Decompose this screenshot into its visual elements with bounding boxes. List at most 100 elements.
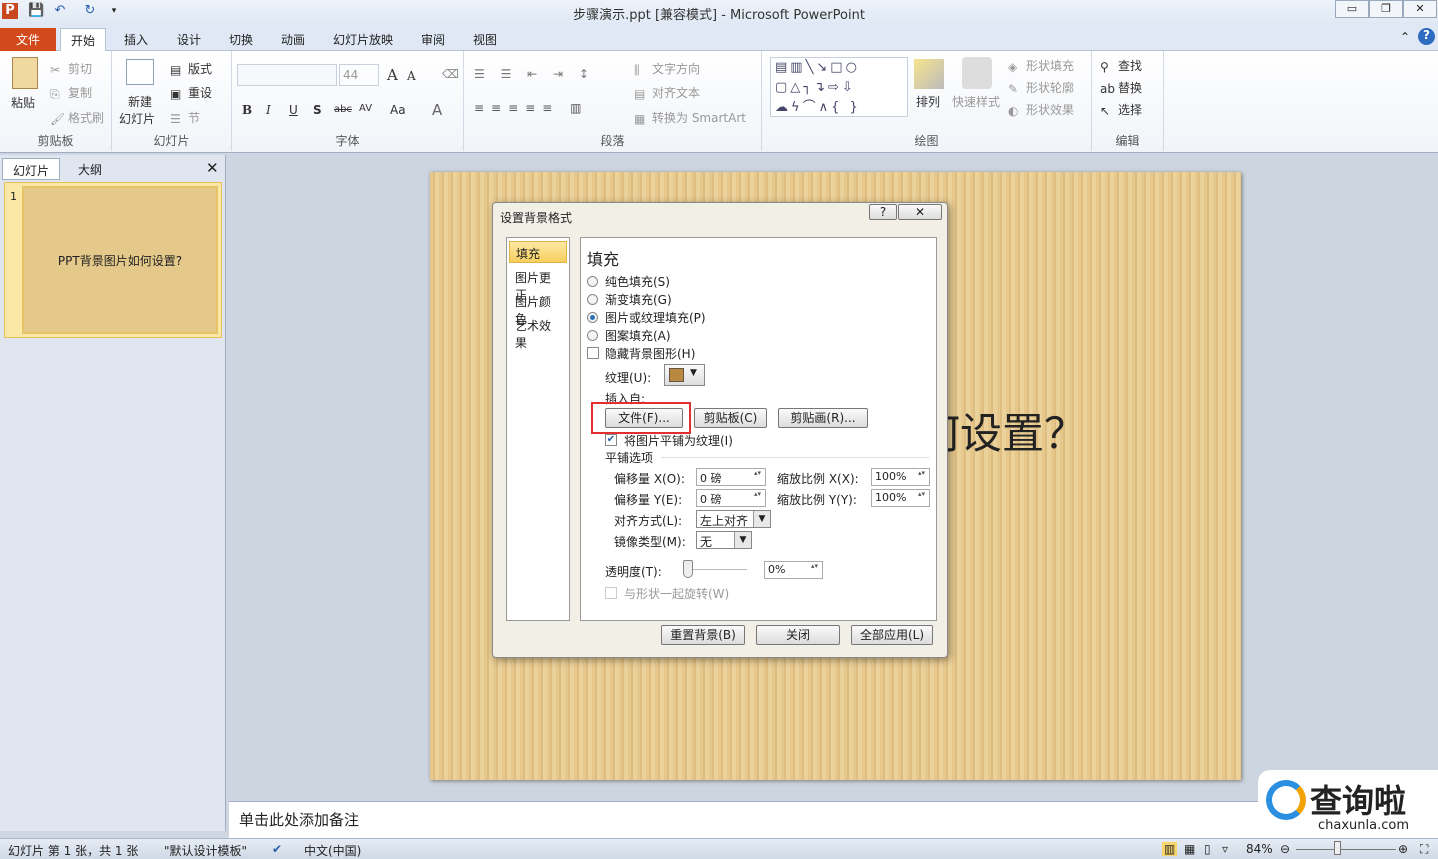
tab-file[interactable]: 文件 <box>0 28 56 51</box>
close-pane-icon[interactable]: ✕ <box>206 159 219 177</box>
close-button[interactable]: 关闭 <box>756 625 840 645</box>
transparency-slider-thumb[interactable] <box>683 560 693 578</box>
shape-effects-button[interactable]: ◐ 形状效果 <box>1008 101 1074 118</box>
minimize-ribbon-icon[interactable]: ⌃ <box>1400 30 1410 44</box>
tab-home[interactable]: 开始 <box>60 28 107 51</box>
help-icon[interactable]: ? <box>1418 28 1435 45</box>
zoom-in-icon[interactable]: ⊕ <box>1398 842 1408 856</box>
clipboard-button[interactable]: 剪贴板(C) <box>694 408 767 428</box>
paste-button[interactable]: 粘贴 <box>11 94 35 111</box>
language[interactable]: 中文(中国) <box>304 842 361 859</box>
rotate-checkbox[interactable] <box>605 587 617 599</box>
tab-animations[interactable]: 动画 <box>271 28 315 51</box>
tab-insert[interactable]: 插入 <box>114 28 158 51</box>
zoom-slider-thumb[interactable] <box>1334 841 1341 855</box>
shadow-button[interactable]: S <box>313 103 322 117</box>
quick-styles-button[interactable]: 快速样式 <box>952 93 1000 110</box>
reset-button[interactable]: ▣ 重设 <box>170 84 212 101</box>
tab-view[interactable]: 视图 <box>463 28 507 51</box>
underline-button[interactable]: U <box>289 103 298 117</box>
zoom-slider-track[interactable] <box>1296 849 1396 850</box>
picture-fill-label[interactable]: 图片或纹理填充(P) <box>605 309 706 326</box>
apply-all-button[interactable]: 全部应用(L) <box>851 625 933 645</box>
tab-review[interactable]: 审阅 <box>411 28 455 51</box>
align-text-button[interactable]: ▤ 对齐文本 <box>634 84 700 101</box>
find-button[interactable]: ⚲ 查找 <box>1100 57 1142 74</box>
picture-fill-radio[interactable] <box>587 312 598 323</box>
scale-x-input[interactable]: 100% <box>871 468 930 486</box>
tab-design[interactable]: 设计 <box>167 28 211 51</box>
pattern-fill-label[interactable]: 图案填充(A) <box>605 327 671 344</box>
font-size-input[interactable]: 44 <box>339 64 379 86</box>
dialog-help-button[interactable]: ? <box>869 204 897 220</box>
strikethrough-button[interactable]: abc <box>334 104 352 115</box>
spellcheck-icon[interactable]: ✔ <box>272 842 282 856</box>
shape-fill-button[interactable]: ◈ 形状填充 <box>1008 57 1074 74</box>
gradient-fill-label[interactable]: 渐变填充(G) <box>605 291 672 308</box>
tab-slideshow[interactable]: 幻灯片放映 <box>323 28 403 51</box>
new-slide-label[interactable]: 新建 <box>128 93 152 110</box>
text-direction-button[interactable]: ⫼ 文字方向 <box>634 60 700 77</box>
shapes-gallery[interactable]: ▤▥╲↘□○ ▢△┐↴⇨⇩ ☁ϟ⌒∧{ } <box>770 57 908 117</box>
smartart-button[interactable]: ▦ 转换为 SmartArt <box>634 109 746 126</box>
clipart-button[interactable]: 剪贴画(R)... <box>778 408 868 428</box>
slide-sorter-icon[interactable]: ▦ <box>1184 842 1195 856</box>
tab-outline[interactable]: 大纲 <box>68 158 112 180</box>
zoom-level[interactable]: 84% <box>1246 842 1273 856</box>
align-buttons[interactable]: ≡≡≡≡≡ ▥ <box>474 101 588 115</box>
normal-view-icon[interactable]: ▥ <box>1162 842 1178 856</box>
nav-fill[interactable]: 填充 <box>509 241 567 263</box>
fit-to-window-icon[interactable]: ⛶ <box>1420 842 1428 857</box>
minimize-button[interactable]: ▭ <box>1335 0 1369 18</box>
transparency-slider-track[interactable] <box>685 569 747 570</box>
font-color-button[interactable]: A <box>432 101 442 119</box>
format-painter-button[interactable]: 🖌 格式刷 <box>50 109 104 126</box>
clear-format-icon[interactable]: ⌫ <box>442 67 459 81</box>
nav-picture-color[interactable]: 图片颜色 <box>509 290 567 326</box>
italic-button[interactable]: I <box>266 103 271 117</box>
theme-name[interactable]: "默认设计模板" <box>164 842 247 859</box>
gradient-fill-radio[interactable] <box>587 294 598 305</box>
texture-dropdown[interactable]: ▼ <box>664 364 705 386</box>
offset-x-input[interactable]: 0 磅 <box>696 468 766 486</box>
grow-font-button[interactable]: A <box>387 66 398 84</box>
copy-button[interactable]: ⎘ 复制 <box>50 84 92 101</box>
tile-label[interactable]: 将图片平铺为纹理(I) <box>624 432 733 449</box>
change-case-button[interactable]: Aa <box>390 103 406 117</box>
zoom-out-icon[interactable]: ⊖ <box>1280 842 1290 856</box>
scale-y-input[interactable]: 100% <box>871 489 930 507</box>
replace-button[interactable]: ab 替换 <box>1100 79 1142 96</box>
alignment-select[interactable]: 左上对齐 ▼ <box>696 510 771 528</box>
reset-background-button[interactable]: 重置背景(B) <box>661 625 745 645</box>
tile-checkbox[interactable]: ✔ <box>605 434 617 446</box>
offset-y-input[interactable]: 0 磅 <box>696 489 766 507</box>
solid-fill-radio[interactable] <box>587 276 598 287</box>
restore-button[interactable]: ❐ <box>1369 0 1403 18</box>
solid-fill-label[interactable]: 纯色填充(S) <box>605 273 670 290</box>
mirror-select[interactable]: 无 ▼ <box>696 531 752 549</box>
tab-slides[interactable]: 幻灯片 <box>2 158 61 180</box>
layout-button[interactable]: ▤ 版式 <box>170 60 212 77</box>
slide-thumbnail[interactable]: PPT背景图片如何设置? <box>22 186 218 334</box>
slideshow-icon[interactable]: ▿ <box>1222 842 1228 856</box>
list-buttons[interactable]: ☰ ☰ ⇤ ⇥ ↕ <box>474 67 595 81</box>
arrange-button[interactable]: 排列 <box>916 93 940 110</box>
notes-pane[interactable]: 单击此处添加备注 <box>229 801 1438 838</box>
dialog-close-button[interactable]: ✕ <box>898 204 942 220</box>
pattern-fill-radio[interactable] <box>587 330 598 341</box>
file-button[interactable]: 文件(F)... <box>605 408 683 428</box>
shrink-font-button[interactable]: A <box>407 69 416 83</box>
char-spacing-button[interactable]: AV <box>359 103 372 114</box>
font-name-input[interactable] <box>237 64 337 86</box>
nav-picture-corrections[interactable]: 图片更正 <box>509 266 567 302</box>
hide-graphics-checkbox[interactable] <box>587 347 599 359</box>
transparency-input[interactable]: 0% <box>764 561 823 579</box>
tab-transitions[interactable]: 切换 <box>219 28 263 51</box>
close-window-button[interactable]: ✕ <box>1403 0 1437 18</box>
select-button[interactable]: ↖ 选择 <box>1100 101 1142 118</box>
bold-button[interactable]: B <box>242 103 252 117</box>
reading-view-icon[interactable]: ▯ <box>1204 842 1211 856</box>
hide-graphics-label[interactable]: 隐藏背景图形(H) <box>605 345 695 362</box>
nav-artistic-effects[interactable]: 艺术效果 <box>509 314 567 350</box>
new-slide-button[interactable]: 幻灯片 <box>119 110 155 127</box>
